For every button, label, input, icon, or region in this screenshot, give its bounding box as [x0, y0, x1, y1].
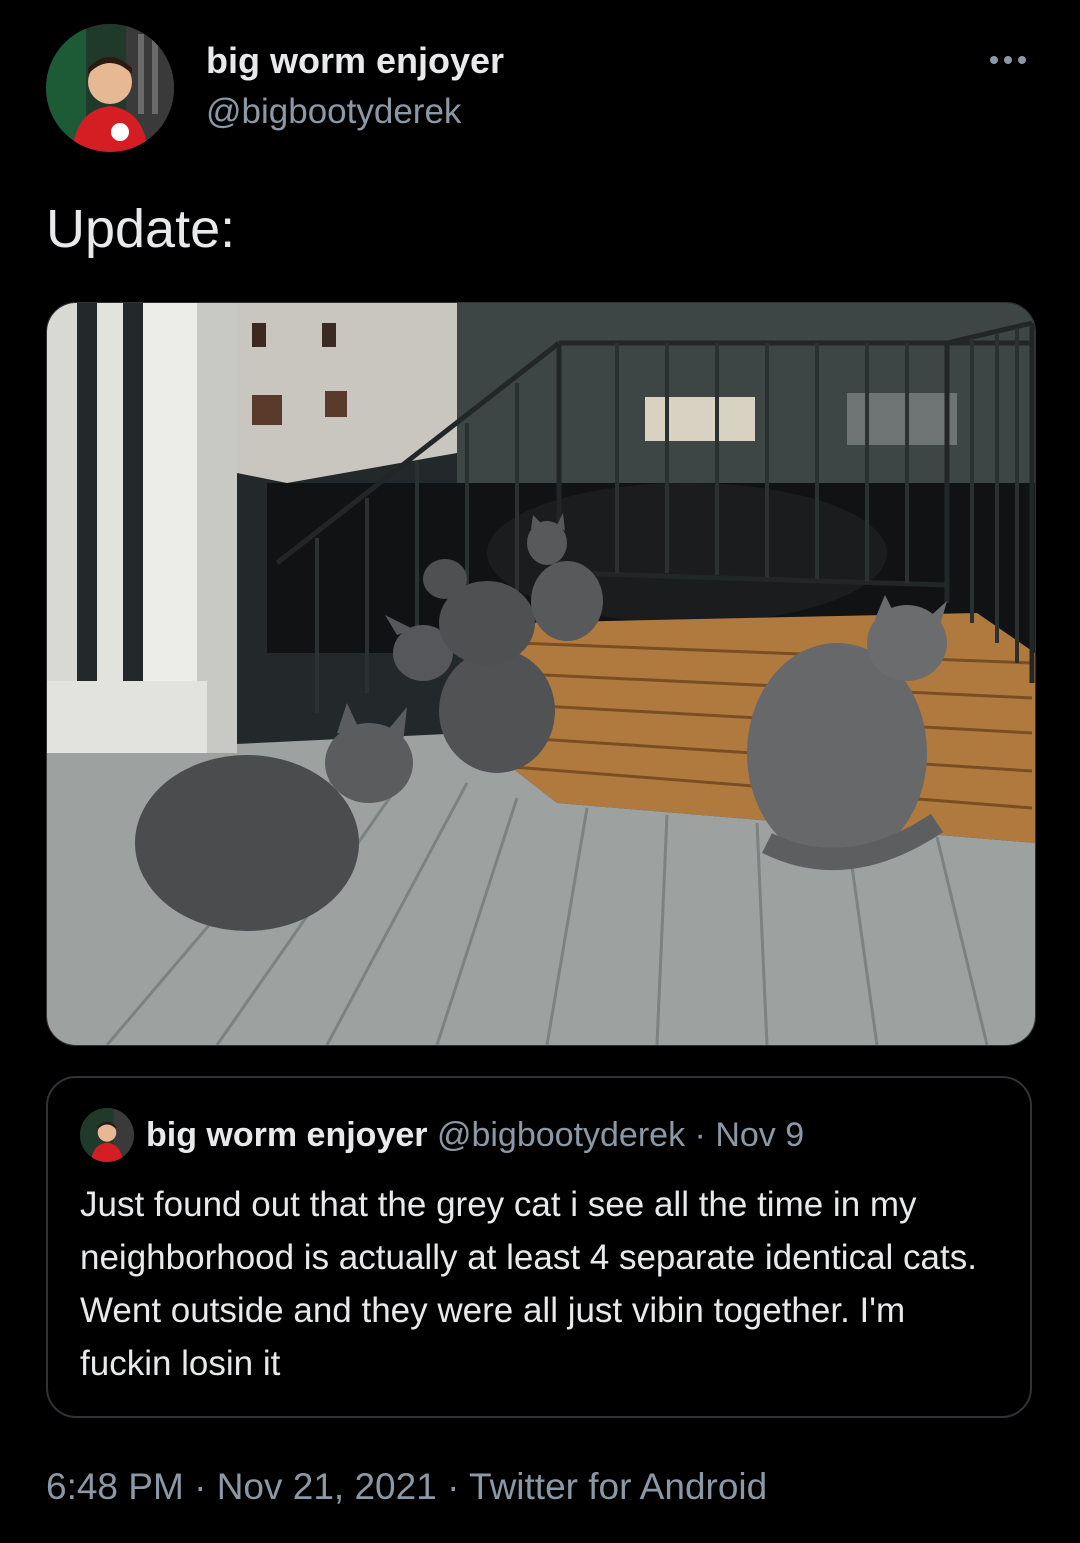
tweet-text: Update: — [46, 199, 236, 259]
cats-on-porch-photo — [47, 303, 1035, 1045]
quoted-tweet-date: Nov 9 — [715, 1116, 805, 1154]
quoted-author-handle: @bigbootyderek — [436, 1116, 686, 1154]
tweet-time[interactable]: 6:48 PM — [46, 1466, 184, 1507]
separator-dot: · — [447, 1466, 460, 1507]
separator-dot: · — [694, 1116, 706, 1154]
avatar-image — [46, 24, 174, 152]
tweet-header: big worm enjoyer @bigbootyderek — [46, 24, 1036, 154]
quoted-author-avatar — [80, 1108, 134, 1162]
tweet-client[interactable]: Twitter for Android — [469, 1466, 767, 1507]
author-name[interactable]: big worm enjoyer — [206, 40, 504, 82]
quoted-tweet-text: Just found out that the grey cat i see a… — [80, 1185, 977, 1383]
tweet-photo[interactable] — [46, 302, 1036, 1046]
tweet-date[interactable]: Nov 21, 2021 — [217, 1466, 437, 1507]
tweet-metadata: 6:48 PM · Nov 21, 2021 · Twitter for And… — [46, 1466, 767, 1508]
quoted-tweet[interactable]: big worm enjoyer @bigbootyderek · Nov 9 … — [46, 1076, 1032, 1418]
quoted-tweet-header: big worm enjoyer @bigbootyderek · Nov 9 — [146, 1116, 804, 1155]
quoted-author-name: big worm enjoyer — [146, 1116, 428, 1154]
more-options-icon[interactable] — [986, 50, 1030, 70]
author-avatar[interactable] — [46, 24, 174, 152]
separator-dot: · — [194, 1466, 207, 1507]
author-handle[interactable]: @bigbootyderek — [206, 92, 461, 132]
